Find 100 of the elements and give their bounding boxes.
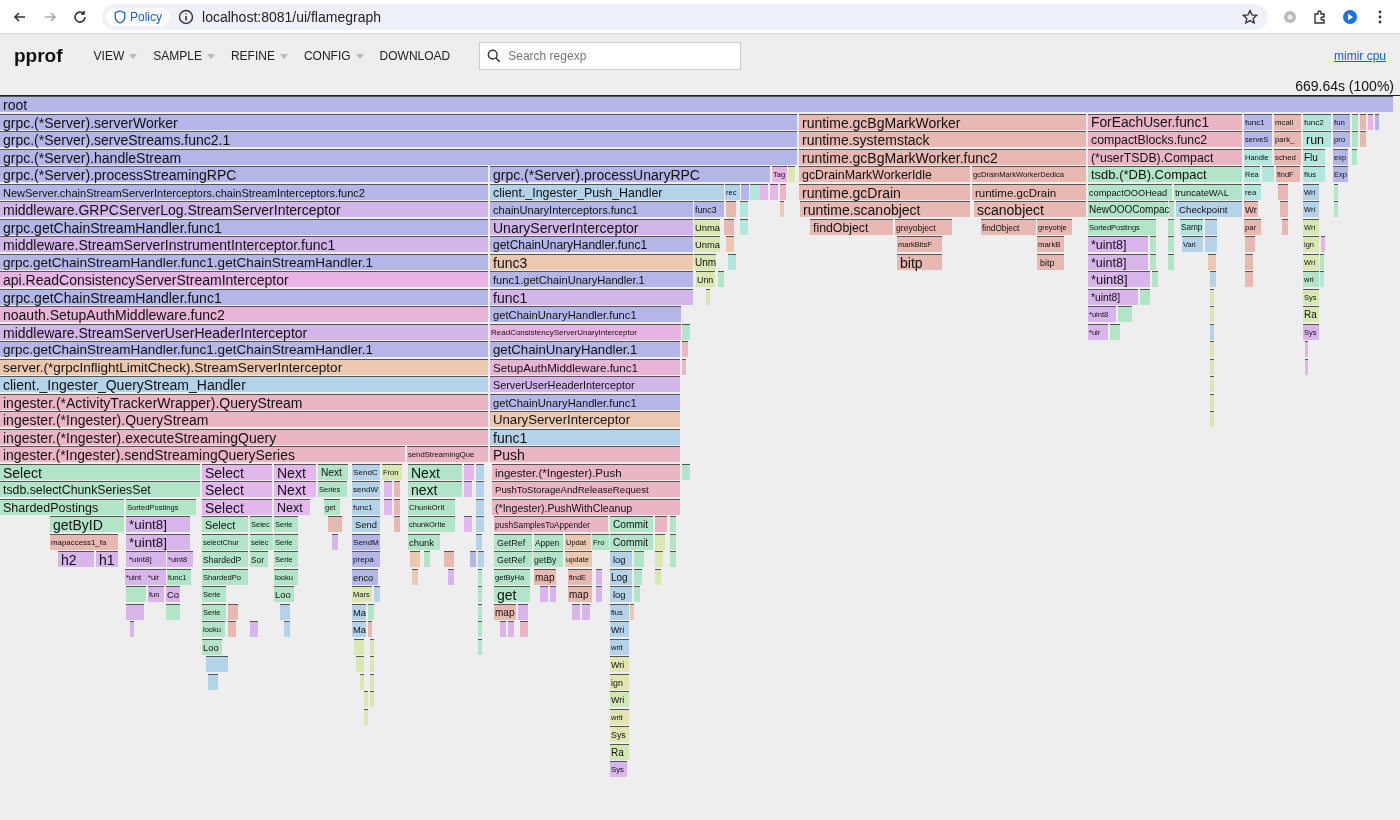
flame-frame[interactable]: Wri bbox=[610, 691, 629, 707]
flame-frame[interactable]: Ra bbox=[610, 743, 629, 760]
frame-bar[interactable] bbox=[1152, 271, 1158, 287]
star-icon[interactable] bbox=[1242, 8, 1258, 25]
flame-frame[interactable]: func1 bbox=[352, 498, 380, 515]
frame-bar[interactable] bbox=[1280, 201, 1288, 217]
frame-bar[interactable] bbox=[208, 673, 218, 690]
flame-frame[interactable]: getChainUnaryHandler.func1 bbox=[490, 393, 680, 410]
flame-frame[interactable]: *uint8] bbox=[126, 516, 190, 532]
frame-bar[interactable] bbox=[384, 481, 392, 497]
flame-frame[interactable]: Ma bbox=[352, 621, 366, 637]
frame-bar[interactable] bbox=[364, 691, 368, 707]
flame-frame[interactable]: grpc.(*Server).serveStreams.func2.1 bbox=[0, 131, 797, 147]
flame-frame[interactable]: middleware.StreamServerUserHeaderInterceptor bbox=[0, 323, 488, 340]
flame-frame[interactable]: ShardedP bbox=[202, 551, 248, 567]
frame-bar[interactable] bbox=[1210, 271, 1216, 287]
frame-bar[interactable] bbox=[724, 218, 734, 235]
flame-frame[interactable]: run bbox=[1303, 131, 1331, 147]
frame-bar[interactable] bbox=[478, 586, 482, 602]
frame-bar[interactable] bbox=[655, 551, 663, 567]
frame-bar[interactable] bbox=[655, 516, 667, 532]
frame-bar[interactable] bbox=[332, 533, 338, 550]
frame-bar[interactable] bbox=[582, 603, 590, 620]
frame-bar[interactable] bbox=[464, 481, 472, 497]
flame-frame[interactable]: runtime.gcDrain bbox=[799, 183, 970, 200]
flame-frame[interactable]: compactOOOHead bbox=[1088, 183, 1172, 200]
flame-frame[interactable]: *uint8] bbox=[126, 551, 166, 567]
flame-frame[interactable]: runtime.gcBgMarkWorker bbox=[799, 113, 1086, 130]
frame-bar[interactable] bbox=[500, 621, 506, 637]
flame-frame[interactable]: Next bbox=[274, 481, 316, 497]
frame-bar[interactable] bbox=[1169, 201, 1174, 217]
flame-frame[interactable]: Next bbox=[318, 463, 348, 480]
url-text[interactable]: localhost:8081/ui/flamegraph bbox=[202, 8, 1234, 25]
flame-frame[interactable]: Wri bbox=[610, 621, 629, 637]
flame-frame[interactable]: Next bbox=[274, 463, 316, 480]
flame-frame[interactable]: greyobject bbox=[895, 218, 952, 235]
frame-bar[interactable] bbox=[1150, 253, 1156, 270]
flame-frame[interactable]: ingester.(*Ingester).Push bbox=[492, 463, 680, 480]
frame-bar[interactable] bbox=[1262, 166, 1274, 182]
flame-frame[interactable]: (*userTSDB).Compact bbox=[1088, 148, 1242, 165]
info-icon[interactable] bbox=[178, 8, 194, 25]
flame-frame[interactable]: ReadConsistencyServerUnaryInterceptor bbox=[490, 323, 681, 340]
flame-frame[interactable]: bitp bbox=[1037, 253, 1064, 270]
flame-frame[interactable]: api.ReadConsistencyServerStreamInterceptor bbox=[0, 271, 488, 287]
frame-bar[interactable] bbox=[250, 621, 258, 637]
flame-frame[interactable]: root bbox=[0, 96, 1393, 112]
frame-bar[interactable] bbox=[728, 253, 736, 270]
frame-bar[interactable] bbox=[464, 463, 474, 480]
flame-frame[interactable]: gcDrainMarkWorkerIdle bbox=[799, 166, 970, 182]
flame-frame[interactable]: middleware.StreamServerInstrumentInterceptor.func1 bbox=[0, 236, 488, 252]
frame-bar[interactable] bbox=[726, 236, 734, 252]
flame-frame[interactable]: runtime.systemstack bbox=[799, 131, 1086, 147]
flame-frame[interactable]: chunk bbox=[408, 533, 440, 550]
frame-bar[interactable] bbox=[1305, 358, 1308, 375]
flame-frame[interactable]: grpc.(*Server).processUnaryRPC bbox=[490, 166, 770, 182]
frame-bar[interactable] bbox=[370, 673, 374, 690]
flame-frame[interactable]: *uint8] bbox=[1088, 271, 1150, 287]
flame-frame[interactable]: ign bbox=[610, 673, 629, 690]
flame-frame[interactable]: ServerUserHeaderInterceptor bbox=[490, 376, 680, 392]
flame-frame[interactable]: func2 bbox=[1303, 113, 1331, 130]
frame-bar[interactable] bbox=[464, 516, 472, 532]
frame-bar[interactable] bbox=[520, 621, 528, 637]
frame-bar[interactable] bbox=[1352, 148, 1357, 165]
flame-frame[interactable]: grpc.getChainStreamHandler.func1 bbox=[0, 288, 488, 305]
frame-bar[interactable] bbox=[1245, 253, 1253, 270]
flame-frame[interactable]: SetupAuthMiddleware.func1 bbox=[490, 358, 680, 375]
flame-frame[interactable]: grpc.(*Server).processStreamingRPC bbox=[0, 166, 488, 182]
frame-bar[interactable] bbox=[284, 621, 290, 637]
frame-bar[interactable] bbox=[478, 621, 482, 637]
flame-frame[interactable]: client._Ingester_Push_Handler bbox=[490, 183, 724, 200]
flame-frame[interactable]: Ra bbox=[1303, 306, 1319, 322]
frame-bar[interactable] bbox=[478, 568, 482, 585]
frame-bar[interactable] bbox=[634, 586, 640, 602]
menu-button[interactable]: REFINE bbox=[223, 45, 295, 67]
flame-frame[interactable]: log bbox=[610, 586, 632, 602]
flame-frame[interactable]: ingester.(*Ingester).executeStreamingQuery bbox=[0, 428, 488, 445]
frame-bar[interactable] bbox=[1208, 253, 1216, 270]
flame-frame[interactable]: grpc.getChainStreamHandler.func1.getChainStreamHandler.1 bbox=[0, 341, 488, 357]
puzzle-icon[interactable] bbox=[1312, 8, 1328, 25]
frame-bar[interactable] bbox=[706, 288, 710, 305]
flame-frame[interactable]: getBy bbox=[533, 551, 563, 567]
flame-frame[interactable]: NewServer.chainStreamServerInterceptors.chainStreamInterceptors.func2 bbox=[0, 183, 488, 200]
frame-bar[interactable] bbox=[476, 481, 484, 497]
frame-bar[interactable] bbox=[1210, 358, 1214, 375]
flame-frame[interactable]: Commit bbox=[610, 533, 653, 550]
frame-bar[interactable] bbox=[670, 516, 676, 532]
flame-frame[interactable]: getChainUnaryHandler.func1 bbox=[490, 236, 693, 252]
frame-bar[interactable] bbox=[1140, 288, 1150, 305]
frame-bar[interactable] bbox=[1168, 236, 1174, 252]
frame-bar[interactable] bbox=[1320, 271, 1324, 287]
frame-bar[interactable] bbox=[682, 358, 686, 375]
policy-chip[interactable]: Policy bbox=[106, 7, 170, 26]
frame-bar[interactable] bbox=[206, 656, 228, 672]
flame-frame[interactable]: Co bbox=[166, 586, 180, 602]
frame-bar[interactable] bbox=[682, 341, 688, 357]
frame-bar[interactable] bbox=[596, 568, 602, 585]
flame-frame[interactable]: noauth.SetupAuthMiddleware.func2 bbox=[0, 306, 488, 322]
frame-bar[interactable] bbox=[1205, 236, 1217, 252]
frame-bar[interactable] bbox=[130, 621, 134, 637]
frame-bar[interactable] bbox=[1150, 236, 1156, 252]
